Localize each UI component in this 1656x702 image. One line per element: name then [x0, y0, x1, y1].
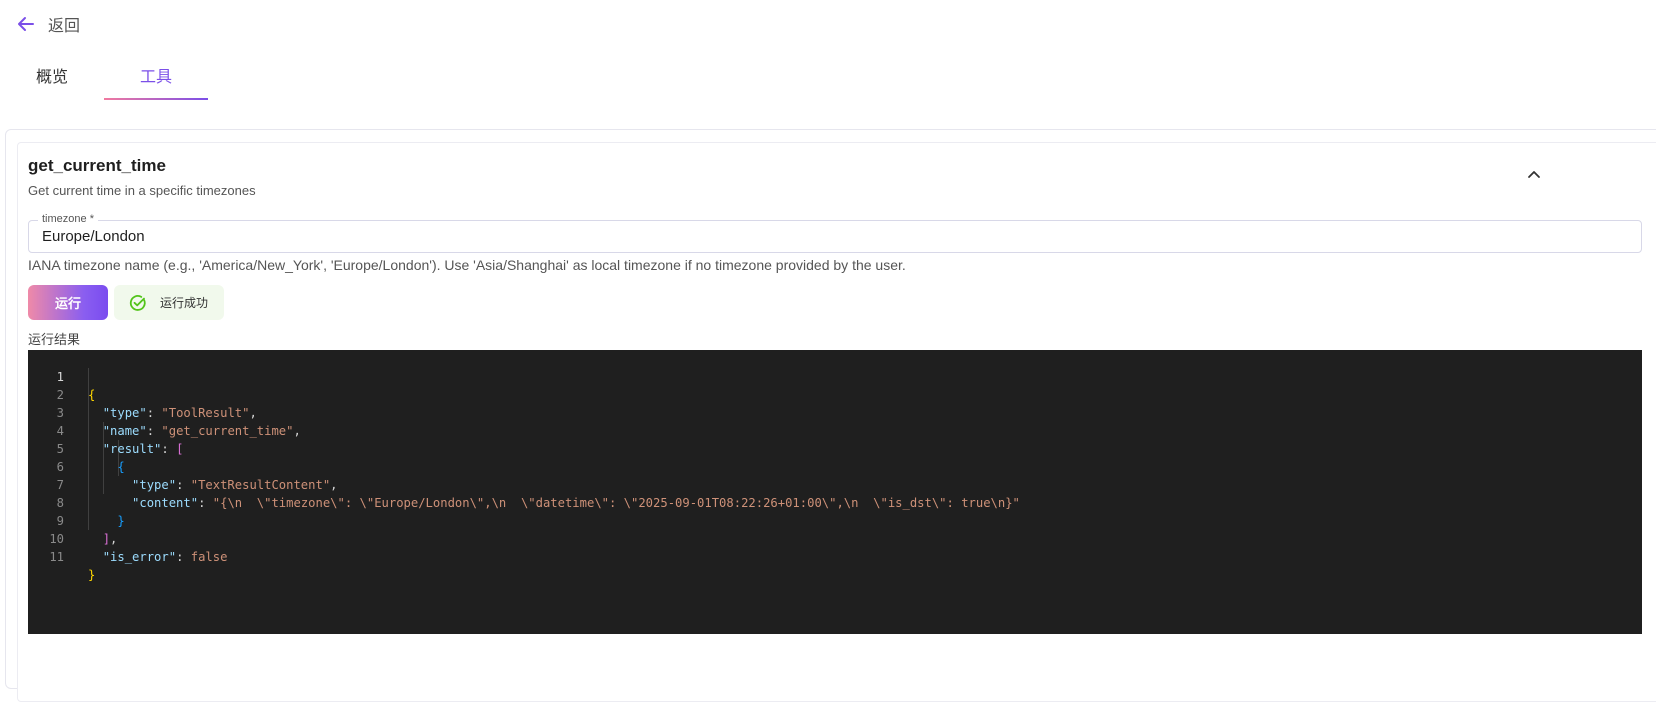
code-line: 5 {: [28, 422, 1642, 474]
code-line: 11 }: [28, 530, 1642, 582]
tab-overview[interactable]: 概览: [0, 56, 104, 100]
run-button[interactable]: 运行: [28, 285, 108, 320]
back-label: 返回: [48, 18, 81, 35]
tool-name: get_current_time: [28, 156, 166, 175]
code-line: 1 {: [28, 350, 1642, 402]
tool-description: Get current time in a specific timezones: [28, 183, 256, 198]
tab-bar: 概览 工具: [0, 56, 209, 100]
arrow-left-icon: [18, 17, 34, 31]
check-circle-icon: [129, 294, 146, 311]
tool-card: get_current_time Get current time in a s…: [17, 142, 1656, 702]
status-badge: 运行成功: [114, 285, 224, 320]
code-line: 3 "name": "get_current_time",: [28, 386, 1642, 438]
code-line: 4 "result": [: [28, 404, 1642, 456]
line-number: 11: [49, 550, 64, 564]
timezone-field: timezone *: [28, 212, 1642, 253]
result-label: 运行结果: [28, 332, 81, 347]
timezone-help-text: IANA timezone name (e.g., 'America/New_Y…: [28, 257, 906, 273]
code-line: 2 "type": "ToolResult",: [28, 368, 1642, 420]
tools-panel: get_current_time Get current time in a s…: [5, 129, 1656, 702]
code-line: 7 "content": "{\n \"timezone\": \"Europe…: [28, 458, 1642, 510]
json-key: "is_error": [102, 550, 177, 564]
code-line: 9 ],: [28, 494, 1642, 546]
code-line: 6 "type": "TextResultContent",: [28, 440, 1642, 492]
timezone-input[interactable]: [29, 221, 1641, 252]
code-line: 10 "is_error": false: [28, 512, 1642, 564]
back-button[interactable]: 返回: [16, 10, 80, 38]
tab-tools[interactable]: 工具: [104, 56, 209, 100]
result-code-viewer[interactable]: 1 { 2 "type": "ToolResult", 3 "name": "g…: [28, 350, 1642, 634]
json-literal: false: [190, 550, 228, 564]
status-text: 运行成功: [160, 296, 209, 310]
chevron-up-icon[interactable]: [1523, 163, 1545, 185]
code-line: 8 }: [28, 476, 1642, 528]
